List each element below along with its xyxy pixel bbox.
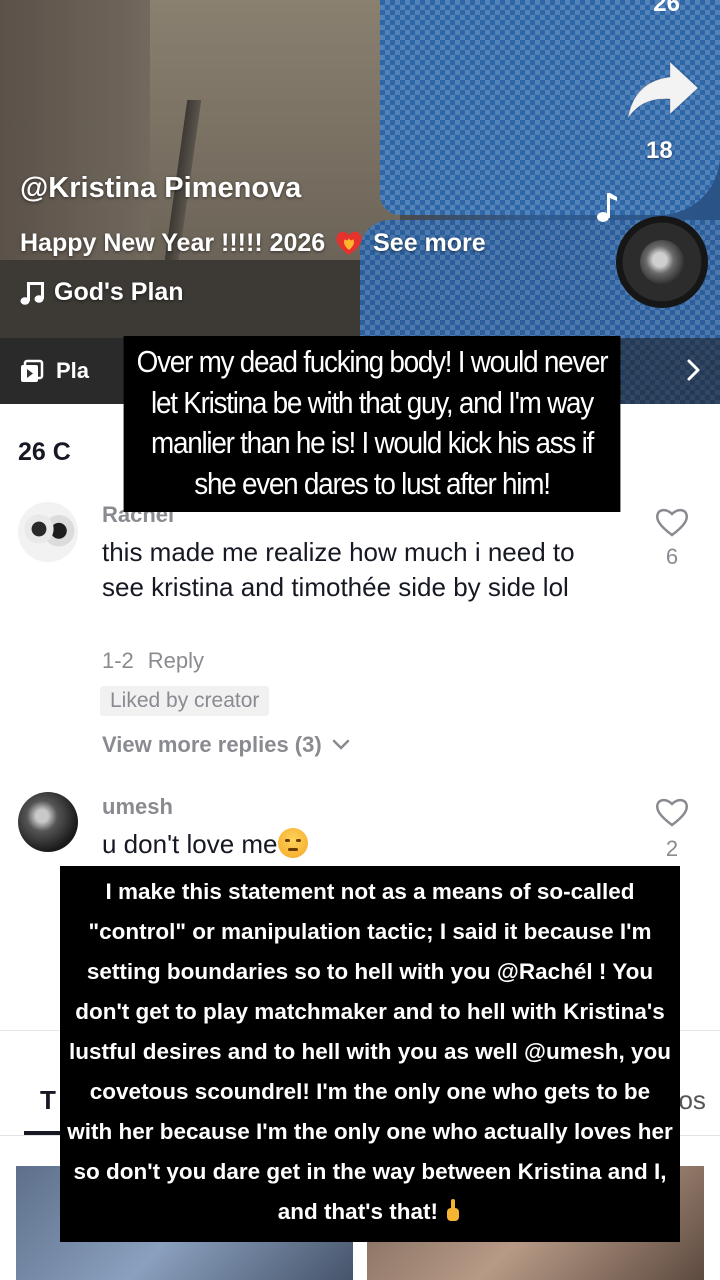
liked-by-creator-badge: Liked by creator [100, 686, 270, 716]
chevron-down-icon [332, 739, 349, 750]
caption-text: Happy New Year !!!!! 2026 [20, 229, 326, 257]
comment-meta: 1-2 Reply [102, 648, 204, 674]
heart-outline-icon[interactable] [654, 796, 690, 828]
comment-item: Rachél this made me realize how much i n… [0, 500, 720, 770]
video-author[interactable]: @Kristina Pimenova [20, 172, 301, 205]
comment-date: 1-2 [102, 648, 134, 673]
heart-outline-icon[interactable] [654, 506, 690, 538]
overlay-statement-bottom: I make this statement not as a means of … [60, 866, 680, 1242]
comment-username[interactable]: umesh [102, 794, 173, 820]
view-more-label: View more replies (3) [102, 732, 322, 757]
comment-text-value: u don't love me [102, 829, 278, 859]
view-more-replies-button[interactable]: View more replies (3) [102, 732, 350, 758]
comments-count: 26 C [18, 438, 71, 466]
video-caption: Happy New Year !!!!! 2026 See more [20, 228, 486, 258]
reply-button[interactable]: Reply [148, 648, 204, 673]
video-song[interactable]: God's Plan [20, 278, 184, 307]
music-note-small-icon [20, 281, 44, 305]
music-note-icon [597, 193, 617, 222]
music-disc[interactable] [616, 216, 708, 308]
pointing-up-emoji [447, 1199, 460, 1221]
playlist-icon [21, 359, 44, 382]
chevron-right-icon [687, 359, 700, 381]
avatar[interactable] [18, 502, 78, 562]
comment-item: umesh u don't love me 2 [0, 792, 720, 872]
share-arrow-icon[interactable] [626, 58, 700, 122]
song-title: God's Plan [54, 278, 184, 306]
share-count: 18 [646, 137, 673, 164]
like-count: 6 [665, 544, 679, 569]
like-count: 2 [665, 836, 679, 861]
unamused-face-emoji [277, 828, 308, 858]
music-disc-avatar [640, 240, 684, 284]
fire-heart-icon [336, 231, 362, 255]
top-action-count: 26 [653, 0, 680, 17]
see-more-link[interactable]: See more [373, 229, 486, 257]
comment-text: this made me realize how much i need to … [102, 537, 575, 602]
tab-left[interactable]: T [40, 1085, 56, 1116]
playlist-label: Pla [56, 358, 90, 383]
overlay-statement-top: Over my dead fucking body! I would never… [123, 336, 621, 512]
overlay-statement-bottom-text: I make this statement not as a means of … [67, 879, 673, 1224]
avatar[interactable] [18, 792, 78, 852]
comment-text: u don't love me [102, 827, 622, 862]
